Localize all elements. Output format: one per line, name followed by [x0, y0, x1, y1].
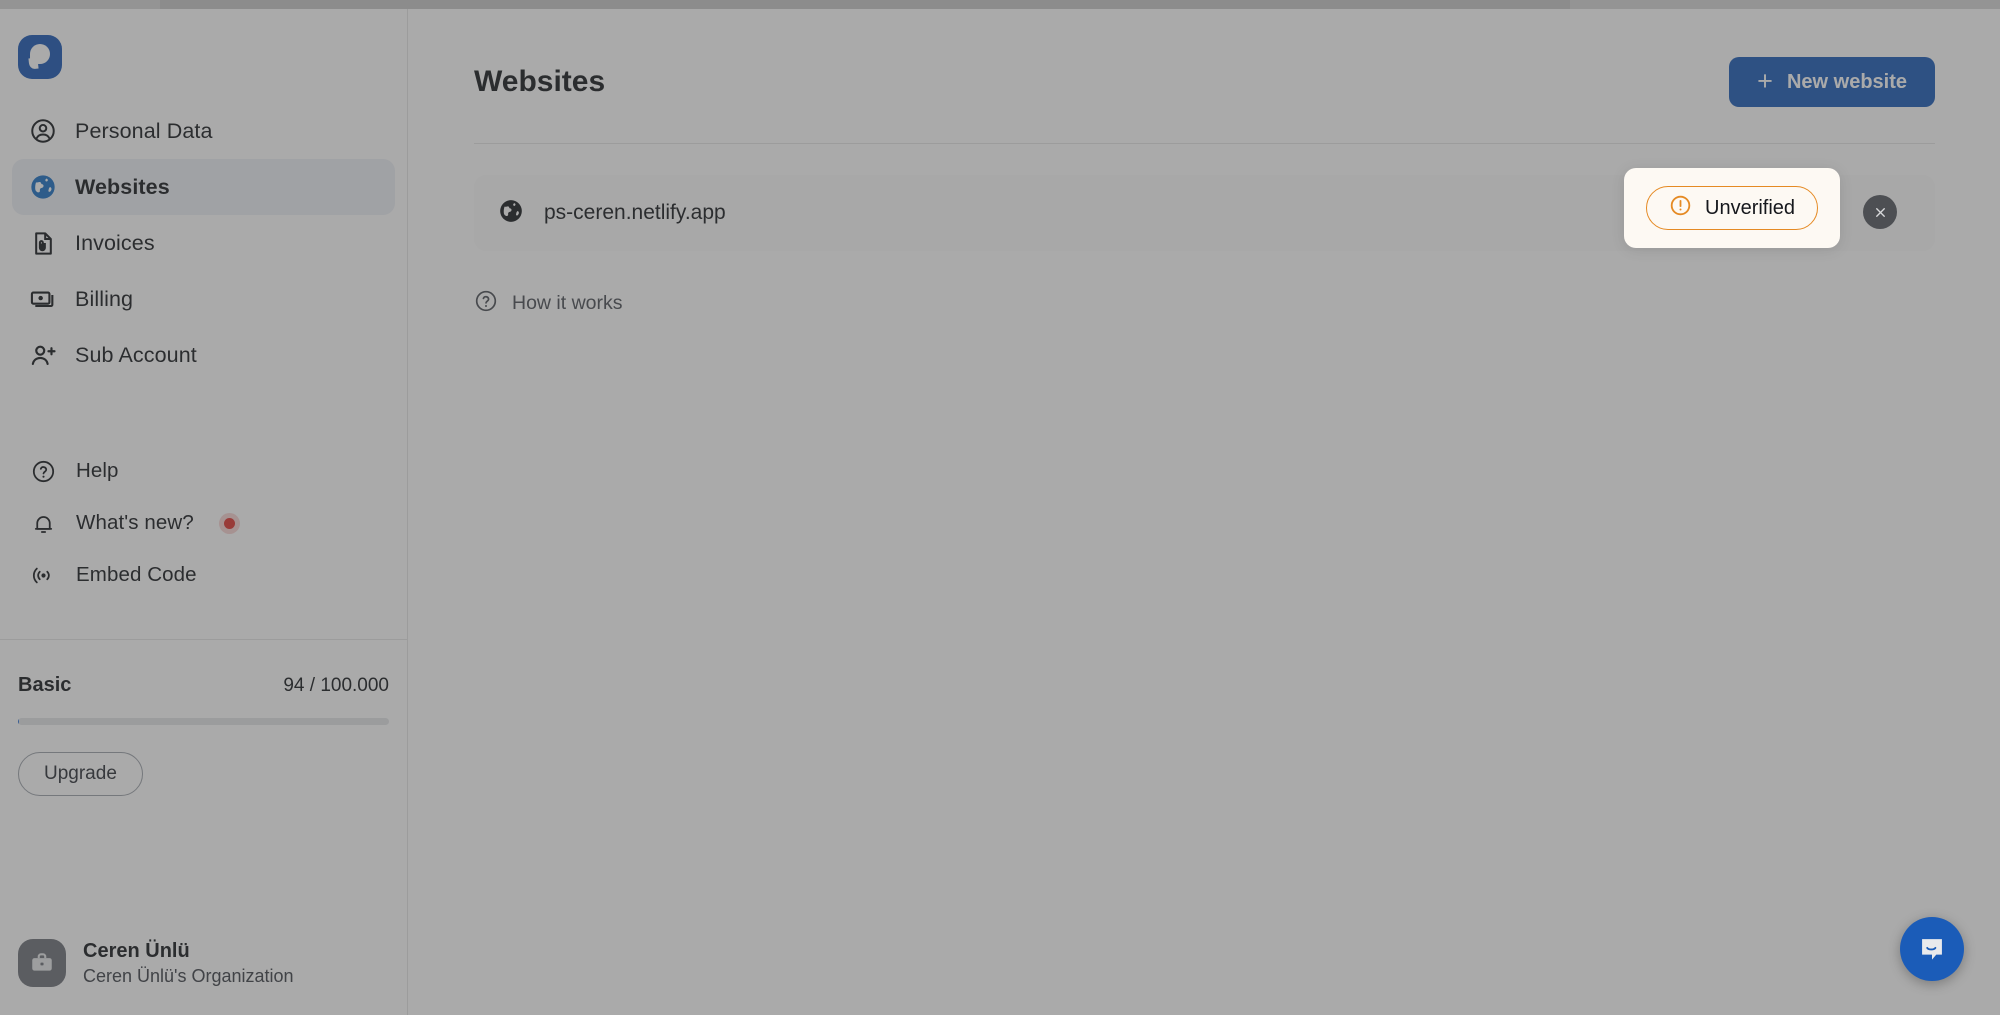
plan-progress-bar — [18, 718, 389, 725]
globe-icon — [28, 172, 58, 202]
new-website-button[interactable]: + New website — [1729, 57, 1935, 107]
app-root: Personal Data Websites Invoices Billing … — [0, 0, 2000, 1015]
bell-icon — [30, 510, 56, 536]
website-info: ps-ceren.netlify.app — [498, 198, 726, 229]
plan-row: Basic 94 / 100.000 — [18, 674, 389, 697]
avatar — [18, 939, 66, 987]
intercom-launcher[interactable] — [1900, 917, 1964, 981]
logo-container[interactable] — [0, 9, 407, 95]
brand-logo-icon[interactable] — [18, 35, 62, 79]
header-divider — [474, 143, 1935, 144]
sidebar-item-whats-new[interactable]: What's new? — [12, 497, 395, 549]
sidebar-item-help[interactable]: Help — [12, 445, 395, 497]
sidebar-item-invoices[interactable]: Invoices — [12, 215, 395, 271]
status-badge-label: Unverified — [1705, 196, 1796, 219]
primary-navigation: Personal Data Websites Invoices Billing … — [0, 95, 407, 383]
question-circle-icon — [474, 289, 498, 318]
new-website-button-label: New website — [1786, 70, 1907, 93]
broadcast-icon — [30, 562, 56, 588]
how-it-works-link[interactable]: How it works — [474, 289, 623, 318]
user-plus-icon — [28, 340, 58, 370]
sidebar-item-label: Personal Data — [75, 118, 213, 143]
briefcase-icon — [32, 953, 52, 971]
sidebar-item-label: Embed Code — [76, 563, 197, 586]
page-title: Websites — [474, 65, 606, 98]
profile-name: Ceren Ünlü — [83, 939, 190, 962]
sidebar-item-label: What's new? — [76, 511, 194, 534]
how-it-works-label: How it works — [512, 292, 623, 314]
secondary-navigation: Help What's new? Embed Code — [0, 445, 407, 601]
globe-icon — [498, 198, 524, 229]
upgrade-button[interactable]: Upgrade — [18, 752, 143, 796]
plan-usage: 94 / 100.000 — [283, 675, 389, 696]
sidebar-item-label: Sub Account — [75, 342, 197, 367]
plan-section: Basic 94 / 100.000 Upgrade — [0, 640, 407, 796]
profile-organization: Ceren Ünlü's Organization — [83, 965, 294, 986]
sidebar-item-label: Invoices — [75, 230, 155, 255]
plan-name: Basic — [18, 674, 72, 696]
profile-text: Ceren Ünlü Ceren Ünlü's Organization — [83, 940, 294, 987]
chat-bubble-icon — [1922, 939, 1942, 960]
sidebar-item-personal-data[interactable]: Personal Data — [12, 103, 395, 159]
status-badge[interactable]: Unverified — [1646, 186, 1819, 230]
page-header: Websites + New website — [474, 9, 1935, 107]
status-badge-spotlight: Unverified — [1624, 168, 1841, 248]
sidebar-item-label: Billing — [75, 286, 134, 311]
sidebar: Personal Data Websites Invoices Billing … — [0, 9, 408, 1015]
main-content: Websites + New website ps-ceren.netlify.… — [409, 9, 2000, 1015]
whats-new-notification-dot — [223, 517, 235, 529]
question-circle-icon — [30, 458, 56, 484]
profile-section[interactable]: Ceren Ünlü Ceren Ünlü's Organization — [0, 939, 407, 1015]
user-circle-icon — [28, 116, 58, 146]
close-icon[interactable] — [1863, 195, 1897, 229]
alert-circle-icon — [1669, 194, 1692, 222]
banknote-icon — [28, 284, 58, 314]
sidebar-item-label: Help — [76, 459, 119, 482]
sidebar-item-embed-code[interactable]: Embed Code — [12, 549, 395, 601]
browser-chrome-strip — [0, 0, 2000, 9]
sidebar-item-websites[interactable]: Websites — [12, 159, 395, 215]
browser-tab-strip — [160, 0, 1570, 9]
plus-icon: + — [1757, 65, 1773, 96]
sidebar-item-billing[interactable]: Billing — [12, 271, 395, 327]
sidebar-item-label: Websites — [75, 174, 170, 199]
sidebar-item-sub-account[interactable]: Sub Account — [12, 327, 395, 383]
plan-progress-fill — [18, 718, 20, 725]
brand-logo-tail — [28, 57, 39, 70]
website-url: ps-ceren.netlify.app — [544, 201, 726, 224]
invoice-document-icon — [28, 228, 58, 258]
